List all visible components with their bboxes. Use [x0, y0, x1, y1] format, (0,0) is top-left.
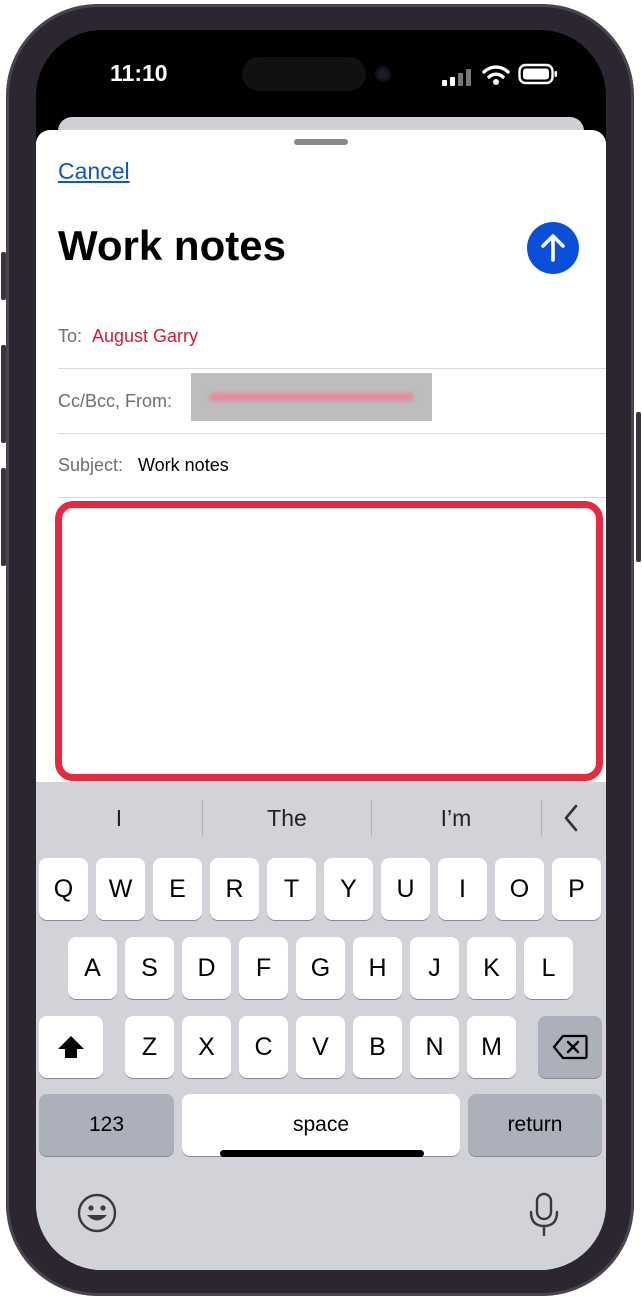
shift-key[interactable] — [39, 1016, 103, 1078]
delete-key[interactable] — [538, 1016, 602, 1078]
dynamic-island — [242, 57, 366, 91]
suggestion-2[interactable]: The — [203, 782, 371, 854]
emoji-icon — [77, 1193, 117, 1233]
cancel-button[interactable]: Cancel — [58, 158, 130, 185]
status-time: 11:10 — [110, 60, 168, 86]
sheet-grabber[interactable] — [294, 139, 348, 145]
key-n[interactable]: N — [410, 1016, 459, 1078]
suggestion-divider — [541, 800, 542, 836]
key-m[interactable]: M — [467, 1016, 516, 1078]
key-g[interactable]: G — [296, 937, 345, 999]
key-c[interactable]: C — [239, 1016, 288, 1078]
shift-arrow-icon — [58, 1036, 84, 1058]
wifi-icon — [482, 65, 510, 85]
compose-sheet: Cancel Work notes To: August Garry Cc/Bc… — [36, 130, 606, 1270]
message-body-highlight[interactable] — [55, 501, 603, 781]
screen: 11:10 Cancel Work notes To: August Garry — [36, 30, 606, 1270]
suggestion-3[interactable]: I’m — [372, 782, 540, 854]
volume-down-button — [1, 468, 6, 566]
key-u[interactable]: U — [381, 858, 430, 920]
home-indicator[interactable] — [220, 1150, 424, 1157]
key-r[interactable]: R — [210, 858, 259, 920]
key-y[interactable]: Y — [324, 858, 373, 920]
collapse-suggestions-button[interactable] — [551, 796, 591, 840]
ccbcc-from-field[interactable]: Cc/Bcc, From: — [58, 369, 606, 434]
key-t[interactable]: T — [267, 858, 316, 920]
key-i[interactable]: I — [438, 858, 487, 920]
key-p[interactable]: P — [552, 858, 601, 920]
send-button[interactable] — [527, 222, 579, 274]
dictation-button[interactable] — [528, 1192, 560, 1238]
volume-up-button — [1, 345, 6, 443]
camera-icon — [375, 66, 391, 82]
subject-field[interactable]: Subject: Work notes — [58, 433, 606, 498]
to-field[interactable]: To: August Garry — [58, 304, 606, 369]
subject-label: Subject: — [58, 455, 124, 475]
recipient-token[interactable]: August Garry — [92, 326, 198, 347]
arrow-up-icon — [541, 234, 565, 262]
key-d[interactable]: D — [182, 937, 231, 999]
to-label: To: — [58, 326, 83, 346]
power-button — [636, 412, 641, 562]
action-button — [1, 252, 6, 300]
redacted-email — [191, 373, 432, 421]
keyboard: I The I’m Q W E R T Y U I O P A S D F G … — [36, 782, 606, 1270]
emoji-button[interactable] — [76, 1192, 118, 1234]
key-h[interactable]: H — [353, 937, 402, 999]
key-z[interactable]: Z — [125, 1016, 174, 1078]
key-j[interactable]: J — [410, 937, 459, 999]
microphone-icon — [529, 1192, 559, 1237]
key-x[interactable]: X — [182, 1016, 231, 1078]
key-f[interactable]: F — [239, 937, 288, 999]
numbers-key[interactable]: 123 — [39, 1094, 174, 1156]
chevron-left-icon — [564, 804, 578, 832]
key-b[interactable]: B — [353, 1016, 402, 1078]
key-q[interactable]: Q — [39, 858, 88, 920]
backspace-icon — [552, 1034, 588, 1060]
compose-title: Work notes — [58, 222, 286, 269]
key-w[interactable]: W — [96, 858, 145, 920]
key-l[interactable]: L — [524, 937, 573, 999]
suggestion-1[interactable]: I — [36, 782, 202, 854]
cellular-signal-icon — [442, 69, 471, 86]
ccbcc-from-label: Cc/Bcc, From: — [58, 391, 173, 411]
battery-icon — [518, 63, 557, 85]
space-key[interactable]: space — [182, 1094, 460, 1156]
return-key[interactable]: return — [468, 1094, 602, 1156]
key-s[interactable]: S — [125, 937, 174, 999]
key-e[interactable]: E — [153, 858, 202, 920]
key-k[interactable]: K — [467, 937, 516, 999]
key-v[interactable]: V — [296, 1016, 345, 1078]
key-o[interactable]: O — [495, 858, 544, 920]
subject-value[interactable]: Work notes — [138, 455, 229, 476]
key-a[interactable]: A — [68, 937, 117, 999]
